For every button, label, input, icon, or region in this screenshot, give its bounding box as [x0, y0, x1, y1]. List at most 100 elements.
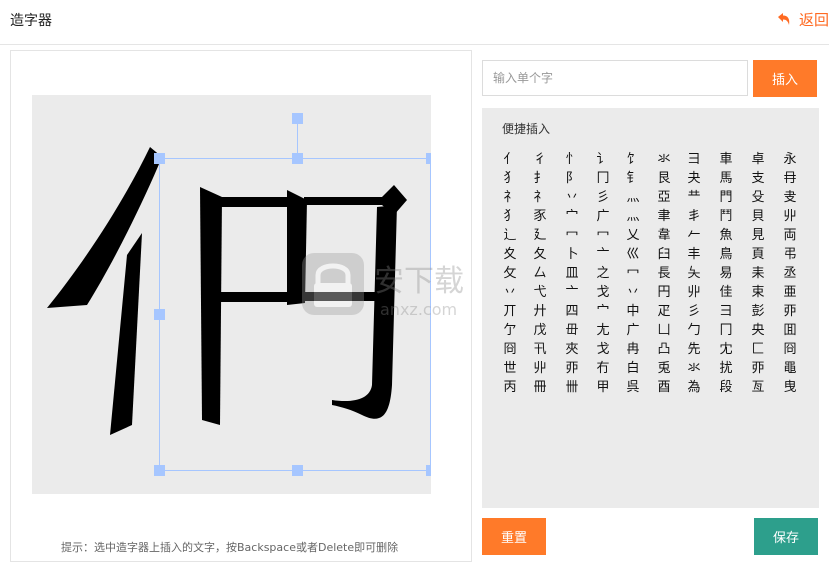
component-item[interactable]: 礻	[533, 188, 546, 207]
component-item[interactable]: 勹	[687, 321, 700, 340]
component-item[interactable]: 臼	[657, 245, 670, 264]
component-item[interactable]: 亙	[751, 378, 764, 397]
component-item[interactable]: 丣	[783, 302, 796, 321]
component-item[interactable]: 彐	[687, 150, 700, 169]
component-item[interactable]: 彳	[533, 150, 546, 169]
component-item[interactable]: 世	[503, 359, 516, 378]
component-item[interactable]: 戈	[596, 340, 609, 359]
resize-handle-bottom-right[interactable]	[426, 465, 431, 476]
component-item[interactable]: 黽	[783, 359, 796, 378]
component-item[interactable]: 犭	[503, 169, 516, 188]
component-item[interactable]: 彐	[719, 302, 732, 321]
component-item[interactable]: 甲	[596, 378, 609, 397]
component-item[interactable]: 艮	[657, 169, 670, 188]
component-item[interactable]: 宀	[565, 207, 578, 226]
component-item[interactable]: 曳	[783, 378, 796, 397]
component-item[interactable]: 弋	[533, 283, 546, 302]
component-item[interactable]: 冖	[596, 226, 609, 245]
rotate-handle[interactable]	[292, 113, 303, 124]
component-item[interactable]: 灬	[626, 207, 639, 226]
component-item[interactable]: 𠂉	[687, 226, 700, 245]
component-item[interactable]: 呉	[626, 378, 639, 397]
resize-handle-left[interactable]	[154, 309, 165, 320]
component-item[interactable]: 龷	[687, 188, 700, 207]
component-item[interactable]: 忄	[565, 150, 578, 169]
component-item[interactable]: 丷	[626, 283, 639, 302]
component-item[interactable]: 永	[783, 150, 796, 169]
component-item[interactable]: 卜	[565, 245, 578, 264]
component-item[interactable]: 佳	[719, 283, 732, 302]
component-item[interactable]: 灬	[626, 188, 639, 207]
component-item[interactable]: 夨	[687, 264, 700, 283]
component-item[interactable]: 冏	[503, 340, 516, 359]
back-button[interactable]: 返回	[775, 9, 829, 30]
component-item[interactable]: 彡	[596, 188, 609, 207]
component-item[interactable]: 扰	[719, 359, 732, 378]
component-item[interactable]: 丣	[565, 359, 578, 378]
component-item[interactable]: 亠	[596, 245, 609, 264]
resize-handle-top-left[interactable]	[154, 153, 165, 164]
component-item[interactable]: 丯	[687, 207, 700, 226]
component-item[interactable]: 广	[626, 321, 639, 340]
component-item[interactable]: 先	[687, 340, 700, 359]
component-item[interactable]: 夂	[533, 245, 546, 264]
component-item[interactable]: 白	[626, 359, 639, 378]
component-item[interactable]: 円	[657, 283, 670, 302]
component-item[interactable]: 彡	[687, 302, 700, 321]
component-item[interactable]: 亜	[783, 283, 796, 302]
component-item[interactable]: 支	[751, 169, 764, 188]
component-item[interactable]: 豕	[533, 207, 546, 226]
component-item[interactable]: 貝	[751, 207, 764, 226]
component-item[interactable]: 乂	[626, 226, 639, 245]
component-item[interactable]: 冘	[719, 340, 732, 359]
component-item[interactable]: 叏	[783, 188, 796, 207]
component-item[interactable]: 両	[783, 226, 796, 245]
component-item[interactable]: 鳥	[719, 245, 732, 264]
component-item[interactable]: 彭	[751, 302, 764, 321]
component-item[interactable]: 段	[719, 378, 732, 397]
component-item[interactable]: 長	[657, 264, 670, 283]
component-item[interactable]: 廴	[533, 226, 546, 245]
component-item[interactable]: 丙	[503, 378, 516, 397]
component-item[interactable]: 卓	[751, 150, 764, 169]
component-item[interactable]: 夬	[687, 169, 700, 188]
component-item[interactable]: 卂	[533, 340, 546, 359]
component-item[interactable]: 頁	[751, 245, 764, 264]
component-item[interactable]: 冂	[596, 169, 609, 188]
resize-handle-bottom[interactable]	[292, 465, 303, 476]
component-item[interactable]: 為	[687, 378, 700, 397]
component-item[interactable]: 礻	[503, 188, 516, 207]
component-item[interactable]: 夾	[565, 340, 578, 359]
component-item[interactable]: 丞	[783, 264, 796, 283]
component-item[interactable]: 尢	[596, 321, 609, 340]
component-item[interactable]: 四	[565, 302, 578, 321]
component-item[interactable]: 氺	[687, 359, 700, 378]
component-item[interactable]: 戊	[533, 321, 546, 340]
component-item[interactable]: 冄	[783, 169, 796, 188]
component-item[interactable]: 疋	[657, 302, 670, 321]
component-item[interactable]: 亞	[657, 188, 670, 207]
resize-handle-top[interactable]	[292, 153, 303, 164]
component-item[interactable]: 皿	[565, 264, 578, 283]
component-item[interactable]: 殳	[751, 188, 764, 207]
component-item[interactable]: 丱	[533, 359, 546, 378]
component-item[interactable]: 馬	[719, 169, 732, 188]
component-item[interactable]: 巛	[626, 245, 639, 264]
component-item[interactable]: 扌	[533, 169, 546, 188]
component-item[interactable]: 匚	[751, 340, 764, 359]
component-item[interactable]: 丣	[751, 359, 764, 378]
component-item[interactable]: 冖	[565, 226, 578, 245]
component-item[interactable]: 門	[719, 188, 732, 207]
component-item[interactable]: 韋	[657, 226, 670, 245]
component-item[interactable]: 丷	[565, 188, 578, 207]
component-item[interactable]: 中	[626, 302, 639, 321]
component-item[interactable]: 之	[596, 264, 609, 283]
component-item[interactable]: 亻	[503, 150, 516, 169]
component-item[interactable]: 辶	[503, 226, 516, 245]
component-item[interactable]: 酉	[657, 378, 670, 397]
component-item[interactable]: 聿	[657, 207, 670, 226]
component-item[interactable]: 凵	[657, 321, 670, 340]
component-item[interactable]: 宀	[596, 302, 609, 321]
component-item[interactable]: 冖	[626, 264, 639, 283]
component-item[interactable]: 犭	[503, 207, 516, 226]
